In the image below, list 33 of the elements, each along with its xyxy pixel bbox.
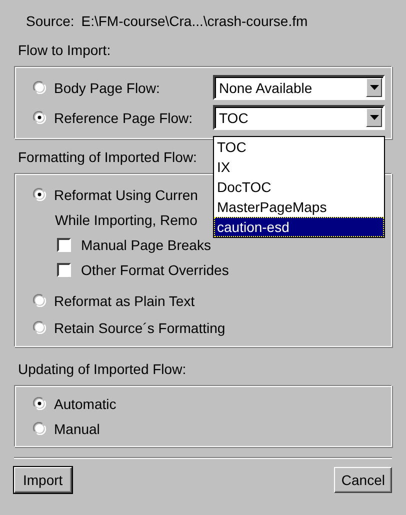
import-button[interactable]: Import	[14, 467, 72, 493]
checkbox[interactable]	[57, 262, 71, 276]
radio-button[interactable]	[33, 188, 46, 201]
radio-label[interactable]: Reference Page Flow:	[54, 110, 193, 126]
radio-label[interactable]: Reformat Using Curren	[54, 186, 198, 202]
radio-button[interactable]	[33, 422, 46, 435]
list-item[interactable]: DocTOC	[214, 177, 384, 197]
radio-button[interactable]	[33, 294, 46, 307]
section-heading: Updating of Imported Flow:	[17, 361, 186, 379]
source-path: E:\FM-course\Cra...\crash-course.fm	[81, 13, 308, 29]
radio-button[interactable]	[33, 397, 46, 410]
radio-button[interactable]	[33, 111, 46, 124]
checkbox-label[interactable]: Manual Page Breaks	[81, 236, 211, 252]
section-heading: Formatting of Imported Flow:	[17, 149, 197, 167]
option-note: While Importing, Remo	[55, 212, 198, 228]
radio-label[interactable]: Body Page Flow:	[54, 80, 160, 96]
cancel-button[interactable]: Cancel	[334, 467, 392, 493]
radio-label[interactable]: Reformat as Plain Text	[54, 292, 195, 308]
radio-label[interactable]: Manual	[54, 420, 100, 436]
list-item[interactable]: IX	[214, 157, 384, 177]
dropdown[interactable]: None Available	[213, 75, 385, 100]
list-item[interactable]: MasterPageMaps	[214, 197, 384, 217]
radio-button[interactable]	[33, 81, 46, 94]
checkbox-label[interactable]: Other Format Overrides	[81, 262, 229, 278]
radio-button[interactable]	[33, 321, 46, 334]
checkbox[interactable]	[57, 238, 71, 252]
list-item[interactable]: TOC	[214, 137, 384, 157]
source-label: Source:	[26, 13, 74, 29]
section-heading: Flow to Import:	[17, 42, 111, 60]
radio-label[interactable]: Automatic	[54, 396, 116, 412]
radio-label[interactable]: Retain Source´s Formatting	[54, 320, 226, 336]
dropdown[interactable]: TOC	[213, 105, 385, 130]
list-item[interactable]: caution-esd	[214, 217, 384, 237]
